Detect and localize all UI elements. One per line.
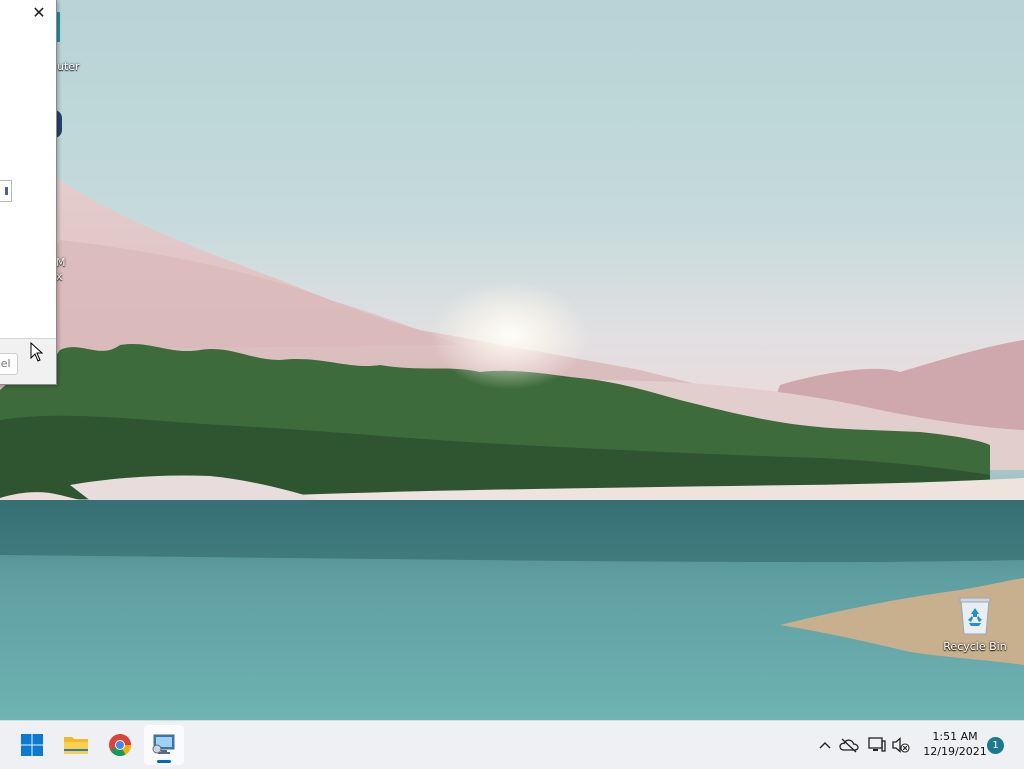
notification-badge[interactable]: 1 (987, 737, 1004, 754)
clock-time: 1:51 AM (932, 730, 978, 743)
taskbar: 1:51 AM 12/19/2021 1 (0, 720, 1024, 769)
recycle-bin[interactable]: Recycle Bin (940, 596, 1010, 653)
folder-icon (64, 737, 88, 754)
system-clock[interactable]: 1:51 AM 12/19/2021 (920, 729, 990, 759)
chevron-up-icon (819, 742, 831, 749)
onedrive-status-button[interactable] (838, 733, 860, 757)
dialog-window[interactable]: ✕ 0 ancel (0, 0, 57, 385)
this-pc-label[interactable]: uter (57, 60, 80, 73)
active-indicator (157, 760, 171, 763)
file-explorer-button[interactable] (56, 725, 96, 765)
recycle-bin-icon (959, 597, 991, 635)
chrome-button[interactable] (100, 725, 140, 765)
volume-button[interactable] (890, 733, 912, 757)
recycle-bin-label: Recycle Bin (943, 640, 1007, 653)
dialog-footer: ancel (0, 338, 56, 384)
remote-desktop-button[interactable] (144, 725, 184, 765)
chrome-icon (109, 734, 131, 756)
volume-muted-icon (892, 737, 910, 753)
vm-toolbox-label[interactable]: M x (56, 256, 66, 284)
close-icon[interactable]: ✕ (28, 2, 50, 24)
start-button[interactable] (12, 725, 52, 765)
cancel-button[interactable]: ancel (0, 353, 18, 375)
network-icon (868, 737, 886, 752)
mouse-cursor-icon (30, 342, 44, 362)
sun-glow (430, 280, 590, 390)
desktop: uter M x Recycle Bin ✕ 0 ancel (0, 0, 1024, 720)
cloud-offline-icon (839, 738, 859, 753)
clock-date: 12/19/2021 (923, 745, 987, 758)
network-status-button[interactable] (866, 733, 888, 757)
dialog-input-field[interactable] (0, 180, 12, 202)
remote-desktop-icon (152, 734, 175, 754)
windows-logo-icon (21, 734, 43, 756)
show-hidden-icons-button[interactable] (814, 733, 836, 757)
